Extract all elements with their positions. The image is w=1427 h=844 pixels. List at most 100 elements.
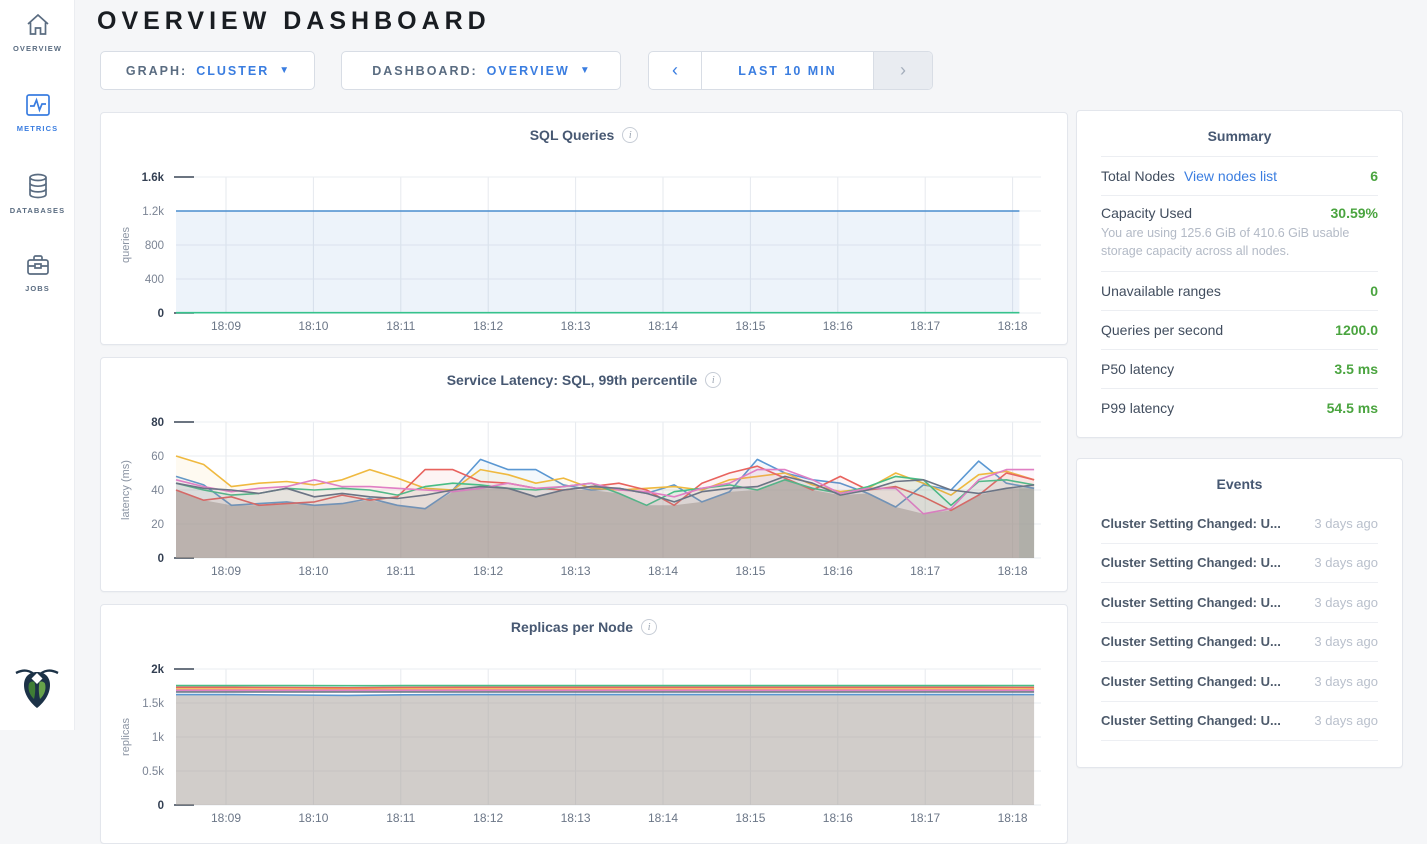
summary-title: Summary (1101, 111, 1378, 156)
svg-text:18:11: 18:11 (386, 319, 415, 333)
summary-label: Total Nodes (1101, 168, 1175, 184)
sidebar-item-overview[interactable]: OVERVIEW (0, 12, 75, 53)
service-latency-panel: Service Latency: SQL, 99th percentile i … (100, 357, 1068, 592)
summary-panel: Summary Total Nodes View nodes list 6 Ca… (1076, 110, 1403, 438)
svg-text:18:12: 18:12 (473, 564, 503, 578)
briefcase-icon (24, 252, 52, 278)
svg-text:18:16: 18:16 (823, 564, 853, 578)
sidebar: OVERVIEW METRICS DATABASES JO (0, 0, 75, 730)
svg-text:0.5k: 0.5k (142, 766, 164, 778)
event-text: Cluster Setting Changed: U... (1101, 713, 1281, 728)
svg-text:800: 800 (145, 240, 164, 252)
time-prev-button[interactable]: ‹ (649, 52, 701, 89)
time-next-button[interactable]: › (874, 52, 932, 89)
svg-text:18:09: 18:09 (211, 564, 241, 578)
summary-row-total-nodes: Total Nodes View nodes list 6 (1101, 156, 1378, 195)
view-nodes-list-link[interactable]: View nodes list (1184, 168, 1277, 184)
sidebar-item-databases[interactable]: DATABASES (0, 172, 75, 215)
summary-value: 6 (1370, 168, 1378, 184)
chevron-down-icon: ▼ (279, 65, 289, 76)
summary-value: 3.5 ms (1334, 361, 1378, 377)
svg-text:20: 20 (151, 519, 164, 531)
replicas-per-node-chart: 18:0918:1018:1118:1218:1318:1418:1518:16… (101, 605, 1067, 843)
dashboard-dropdown-value: OVERVIEW (487, 64, 570, 78)
graph-dropdown-label: GRAPH: (126, 64, 187, 78)
event-time: 3 days ago (1304, 516, 1378, 531)
svg-text:2k: 2k (151, 664, 164, 676)
service-latency-chart: 18:0918:1018:1118:1218:1318:1418:1518:16… (101, 358, 1067, 591)
event-time: 3 days ago (1304, 595, 1378, 610)
replicas-per-node-panel: Replicas per Node i 18:0918:1018:1118:12… (100, 604, 1068, 844)
capacity-subtext: You are using 125.6 GiB of 410.6 GiB usa… (1101, 224, 1378, 260)
svg-text:18:17: 18:17 (910, 811, 940, 825)
app-root: OVERVIEW METRICS DATABASES JO (0, 0, 1427, 730)
svg-text:18:14: 18:14 (648, 319, 678, 333)
sidebar-item-jobs[interactable]: JOBS (0, 252, 75, 293)
summary-row-p99: P99 latency 54.5 ms (1101, 388, 1378, 427)
svg-text:0: 0 (158, 800, 164, 812)
sidebar-item-label: OVERVIEW (13, 44, 62, 53)
event-time: 3 days ago (1304, 713, 1378, 728)
svg-text:18:09: 18:09 (211, 319, 241, 333)
graph-dropdown-value: CLUSTER (196, 64, 269, 78)
svg-text:18:11: 18:11 (386, 811, 415, 825)
svg-text:replicas: replicas (120, 718, 132, 756)
svg-text:1.5k: 1.5k (142, 698, 164, 710)
svg-text:18:10: 18:10 (298, 564, 328, 578)
dashboard-dropdown-label: DASHBOARD: (372, 64, 477, 78)
svg-text:60: 60 (151, 451, 164, 463)
chevron-left-icon: ‹ (672, 60, 678, 81)
svg-text:0: 0 (158, 553, 164, 565)
summary-value: 54.5 ms (1327, 400, 1378, 416)
sidebar-item-label: METRICS (17, 124, 58, 133)
event-row: Cluster Setting Changed: U... 3 days ago (1101, 504, 1378, 544)
graph-dropdown[interactable]: GRAPH: CLUSTER ▼ (100, 51, 315, 90)
svg-text:18:13: 18:13 (561, 319, 591, 333)
database-icon (24, 172, 52, 200)
svg-text:18:13: 18:13 (561, 811, 591, 825)
event-time: 3 days ago (1304, 634, 1378, 649)
svg-text:18:18: 18:18 (998, 811, 1028, 825)
sidebar-item-label: DATABASES (10, 206, 65, 215)
svg-text:80: 80 (151, 417, 164, 429)
page-title: OVERVIEW DASHBOARD (97, 7, 491, 36)
event-text: Cluster Setting Changed: U... (1101, 516, 1281, 531)
time-range-selector: ‹ LAST 10 MIN › (648, 51, 933, 90)
svg-text:18:10: 18:10 (298, 319, 328, 333)
summary-label: P50 latency (1101, 361, 1174, 377)
sidebar-item-label: JOBS (25, 284, 50, 293)
svg-text:0: 0 (158, 308, 164, 320)
event-text: Cluster Setting Changed: U... (1101, 634, 1281, 649)
svg-text:latency (ms): latency (ms) (120, 460, 132, 520)
event-time: 3 days ago (1304, 674, 1378, 689)
chevron-down-icon: ▼ (580, 65, 590, 76)
svg-text:18:17: 18:17 (910, 319, 940, 333)
sql-queries-chart: 18:0918:1018:1118:1218:1318:1418:1518:16… (101, 113, 1067, 344)
summary-row-p50: P50 latency 3.5 ms (1101, 349, 1378, 388)
events-title: Events (1101, 459, 1378, 504)
event-text: Cluster Setting Changed: U... (1101, 674, 1281, 689)
summary-label: Capacity Used (1101, 205, 1192, 221)
event-row: Cluster Setting Changed: U... 3 days ago (1101, 583, 1378, 623)
event-row: Cluster Setting Changed: U... 3 days ago (1101, 662, 1378, 702)
svg-text:18:18: 18:18 (998, 319, 1028, 333)
chevron-right-icon: › (900, 60, 906, 81)
svg-text:18:16: 18:16 (823, 319, 853, 333)
svg-text:18:15: 18:15 (735, 811, 765, 825)
svg-text:18:17: 18:17 (910, 564, 940, 578)
event-row: Cluster Setting Changed: U... 3 days ago (1101, 544, 1378, 584)
svg-text:18:12: 18:12 (473, 811, 503, 825)
summary-value: 0 (1370, 283, 1378, 299)
sidebar-item-metrics[interactable]: METRICS (0, 92, 75, 133)
svg-text:18:10: 18:10 (298, 811, 328, 825)
svg-text:18:13: 18:13 (561, 564, 591, 578)
svg-text:18:11: 18:11 (386, 564, 415, 578)
svg-text:400: 400 (145, 274, 164, 286)
event-time: 3 days ago (1304, 555, 1378, 570)
events-panel: Events Cluster Setting Changed: U... 3 d… (1076, 458, 1403, 768)
time-range-button[interactable]: LAST 10 MIN (701, 52, 874, 89)
svg-text:queries: queries (120, 226, 132, 263)
dashboard-dropdown[interactable]: DASHBOARD: OVERVIEW ▼ (341, 51, 621, 90)
svg-text:1k: 1k (152, 732, 164, 744)
svg-text:18:09: 18:09 (211, 811, 241, 825)
